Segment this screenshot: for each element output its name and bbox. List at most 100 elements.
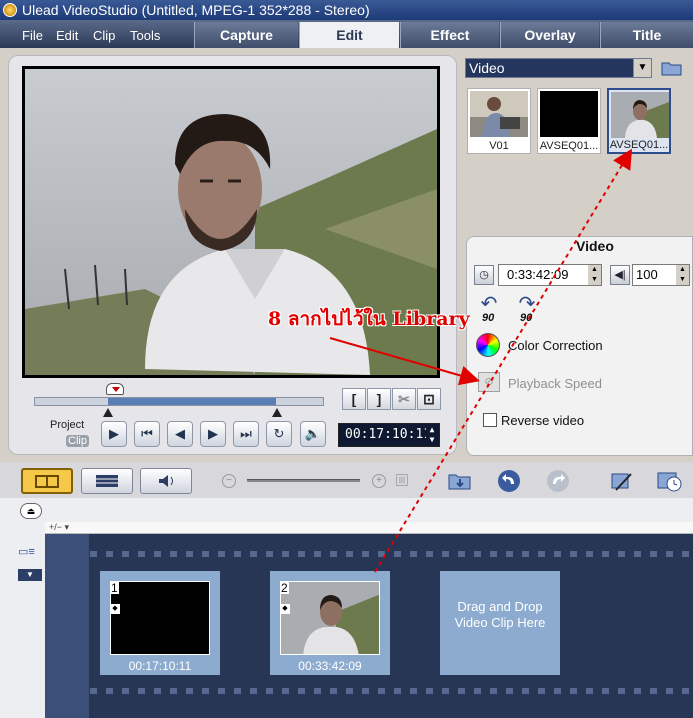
- timeline-clip[interactable]: 1 ◆ 00:17:10:11: [100, 571, 220, 675]
- title-bar: Ulead VideoStudio (Untitled, MPEG-1 352*…: [0, 0, 693, 20]
- track-menu-button[interactable]: ▼: [18, 569, 42, 581]
- clip-thumbnail: [110, 581, 210, 655]
- mark-in-button[interactable]: [: [342, 388, 366, 410]
- rotate-left-button[interactable]: ↶ 90: [476, 294, 502, 324]
- mark-out-button[interactable]: ]: [367, 388, 391, 410]
- trim-range: [108, 398, 276, 405]
- system-volume-button[interactable]: 🔈: [300, 421, 326, 447]
- duration-clock-icon: ◷: [474, 265, 494, 285]
- audio-icon: [159, 475, 173, 487]
- tab-title[interactable]: Title: [600, 22, 693, 48]
- collapse-toggle[interactable]: ⏏: [20, 503, 42, 519]
- cut-clip-button[interactable]: ✂: [392, 388, 416, 410]
- video-track-icon: ▭≡: [18, 546, 35, 558]
- track-leader: [45, 534, 89, 718]
- ruler-zoom-label: +/− ▾: [49, 522, 70, 532]
- reverse-video-checkbox[interactable]: [483, 413, 497, 427]
- repeat-icon: ↻: [273, 426, 285, 441]
- fit-project-icon[interactable]: ⊠: [396, 474, 408, 486]
- timeline-clip[interactable]: 2 ◆ 00:33:42:09: [270, 571, 390, 675]
- trim-start-handle[interactable]: [103, 408, 113, 417]
- timecode-value: 00:17:10:11: [345, 427, 432, 442]
- clip-audio-icon: ◆: [280, 604, 290, 614]
- clip-volume-value: 100: [636, 267, 658, 282]
- timeline-ruler[interactable]: +/− ▾: [45, 522, 693, 534]
- menu-tools[interactable]: Tools: [130, 28, 160, 43]
- repeat-button[interactable]: ↻: [266, 421, 292, 447]
- tab-edit[interactable]: Edit: [299, 22, 399, 48]
- go-start-button[interactable]: ⏮: [134, 421, 160, 447]
- undo-button[interactable]: [495, 468, 523, 494]
- drop-zone[interactable]: Drag and Drop Video Clip Here: [440, 571, 560, 675]
- prev-frame-button[interactable]: ◀: [167, 421, 193, 447]
- clip-volume-field[interactable]: 100 ▲ ▼: [632, 264, 690, 286]
- step-back-icon: ◀: [175, 426, 185, 441]
- play-icon: ▶: [109, 426, 119, 441]
- library-open-folder-button[interactable]: [660, 58, 684, 78]
- zoom-out-icon[interactable]: −: [222, 474, 236, 488]
- rotate-right-button[interactable]: ↷ 90: [514, 294, 540, 324]
- scrub-thumb[interactable]: [106, 383, 124, 395]
- library-category-value: Video: [469, 60, 505, 76]
- film-perforation-top: [90, 551, 693, 557]
- clip-duration: 00:33:42:09: [298, 659, 362, 673]
- insert-folder-icon: [448, 474, 471, 490]
- storyboard-icon: [35, 475, 59, 488]
- next-frame-button[interactable]: ▶: [200, 421, 226, 447]
- insert-media-button[interactable]: [446, 468, 474, 494]
- window-title: Ulead VideoStudio (Untitled, MPEG-1 352*…: [22, 2, 370, 18]
- redo-icon: [547, 470, 569, 492]
- color-correction-icon[interactable]: [476, 333, 500, 357]
- playback-speed-label: Playback Speed: [508, 376, 602, 391]
- timecode-spinner[interactable]: ▲ ▼: [426, 425, 438, 445]
- trim-end-handle[interactable]: [272, 408, 282, 417]
- step-forward-icon: ▶: [208, 426, 218, 441]
- storyboard-view-button[interactable]: [21, 468, 73, 494]
- zoom-in-icon[interactable]: +: [372, 474, 386, 488]
- preview-timecode[interactable]: 00:17:10:11 ▲ ▼: [338, 423, 440, 447]
- library-item-label: V01: [489, 140, 509, 152]
- audio-view-button[interactable]: [140, 468, 192, 494]
- go-end-button[interactable]: ⏭: [233, 421, 259, 447]
- duration-value: 0:33:42:09: [507, 267, 569, 282]
- duration-spinner[interactable]: ▲ ▼: [588, 265, 601, 285]
- tab-overlay[interactable]: Overlay: [500, 22, 599, 48]
- library-category-select[interactable]: Video ▼: [465, 58, 652, 78]
- speaker-icon: ◀|: [614, 269, 626, 281]
- magic-wand-icon: [611, 473, 632, 491]
- timeline-view-button[interactable]: [81, 468, 133, 494]
- redo-button[interactable]: [544, 468, 572, 494]
- reverse-video-label[interactable]: Reverse video: [501, 413, 584, 428]
- skip-end-icon: ⏭: [240, 426, 252, 441]
- enlarge-preview-button[interactable]: ⊡: [417, 388, 441, 410]
- smart-proxy-button[interactable]: [607, 468, 635, 494]
- skip-start-icon: ⏮: [141, 426, 153, 441]
- library-item-label: AVSEQ01...: [609, 139, 669, 151]
- tab-effect[interactable]: Effect: [400, 22, 499, 48]
- clip-index: 1: [110, 581, 119, 595]
- chevron-down-icon[interactable]: ▼: [633, 59, 651, 77]
- color-correction-label[interactable]: Color Correction: [508, 338, 603, 353]
- tab-capture[interactable]: Capture: [194, 22, 298, 48]
- playback-speed-icon: ⊘: [478, 372, 500, 392]
- menu-file[interactable]: File: [22, 28, 43, 43]
- menu-edit[interactable]: Edit: [56, 28, 78, 43]
- options-panel-title: Video: [576, 238, 614, 254]
- annotation-label: 8 ลากไปไว้ใน Library: [268, 308, 470, 330]
- duration-field[interactable]: 0:33:42:09 ▲ ▼: [498, 264, 602, 286]
- zoom-slider[interactable]: [247, 479, 360, 482]
- menu-clip[interactable]: Clip: [93, 28, 115, 43]
- play-button[interactable]: ▶: [101, 421, 127, 447]
- project-settings-button[interactable]: [655, 468, 683, 494]
- mode-project-label[interactable]: Project: [50, 419, 84, 431]
- clip-volume-spinner[interactable]: ▲ ▼: [676, 265, 689, 285]
- clip-volume-mute-button[interactable]: ◀|: [610, 265, 630, 285]
- library-item[interactable]: AVSEQ01...: [537, 88, 601, 154]
- rotate-left-label: 90: [482, 312, 495, 324]
- library-item[interactable]: V01: [467, 88, 531, 154]
- library-item-selected[interactable]: AVSEQ01...: [607, 88, 671, 154]
- folder-icon: [661, 62, 682, 76]
- mode-clip-label[interactable]: Clip: [66, 435, 89, 447]
- app-logo-icon: [3, 3, 17, 17]
- track-header: [14, 538, 44, 710]
